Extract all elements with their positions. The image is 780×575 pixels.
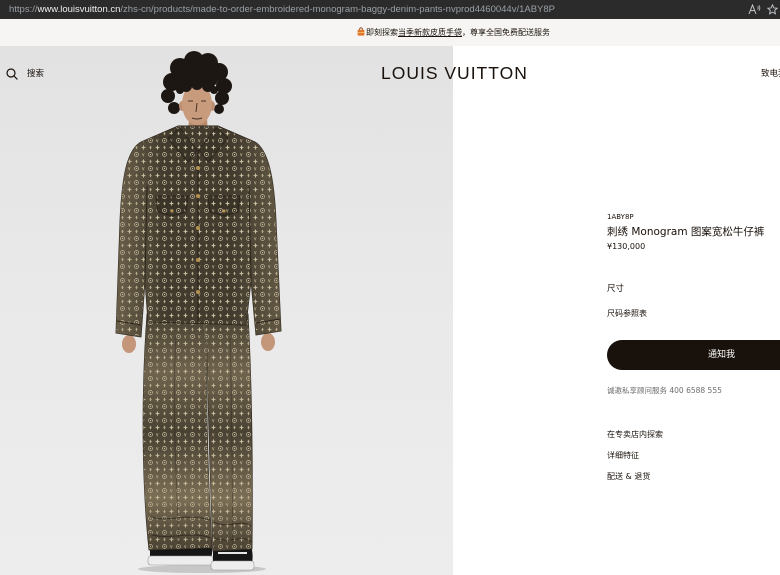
left-chest-pocket (155, 195, 189, 217)
right-hand (261, 333, 275, 351)
url-path: /zhs-cn/products/made-to-order-embroider… (120, 4, 556, 15)
notify-me-label: 通知我 (708, 350, 736, 360)
url-scheme: https:// (9, 4, 38, 15)
monogram-pants (142, 313, 253, 552)
search-label[interactable]: 搜索 (27, 66, 44, 82)
brand-logo[interactable]: LOUIS VUITTON (381, 64, 528, 82)
promo-link[interactable]: 当季新款皮质手袋 (398, 28, 462, 37)
product-name: 刺绣 Monogram 图案宽松牛仔裤 (607, 226, 765, 238)
notify-me-button[interactable]: 通知我 (607, 340, 780, 370)
search-icon[interactable] (6, 68, 18, 80)
find-in-store-link[interactable]: 在专卖店内探索 (607, 429, 663, 440)
product-details-link[interactable]: 详细特征 (607, 450, 639, 461)
model-photo (115, 51, 282, 573)
promo-text-after: ，尊享全国免费配送服务 (462, 28, 550, 37)
monogram-jacket (115, 125, 282, 338)
promo-text-before: 即刻探索 (366, 28, 398, 37)
star-outline-icon[interactable] (767, 4, 778, 15)
browser-address-bar[interactable]: https://www.louisvuitton.cn/zhs-cn/produ… (0, 0, 780, 19)
shopping-bag-icon (357, 27, 365, 36)
product-price: ¥130,000 (607, 242, 646, 251)
promo-banner-content: 即刻探索当季新款皮质手袋，尊享全国免费配送服务 (357, 19, 550, 46)
size-selector[interactable]: 尺寸 (607, 283, 624, 295)
read-aloud-icon[interactable] (748, 4, 761, 15)
product-image[interactable] (0, 46, 453, 575)
delivery-returns-link[interactable]: 配送 & 退货 (607, 471, 650, 482)
left-hand (122, 335, 136, 353)
product-sku: 1ABY8P (607, 213, 634, 221)
advisor-contact-link[interactable]: 诚邀私享顾问服务 400 6588 555 (607, 385, 722, 396)
url-host: www.louisvuitton.cn (37, 4, 121, 15)
address-url[interactable]: https://www.louisvuitton.cn/zhs-cn/produ… (9, 0, 555, 19)
search-button[interactable]: 搜索 (6, 66, 44, 82)
right-chest-pocket (207, 195, 241, 217)
size-guide-link[interactable]: 尺码参照表 (607, 308, 647, 320)
contact-us-link[interactable]: 致电我 (761, 67, 780, 81)
